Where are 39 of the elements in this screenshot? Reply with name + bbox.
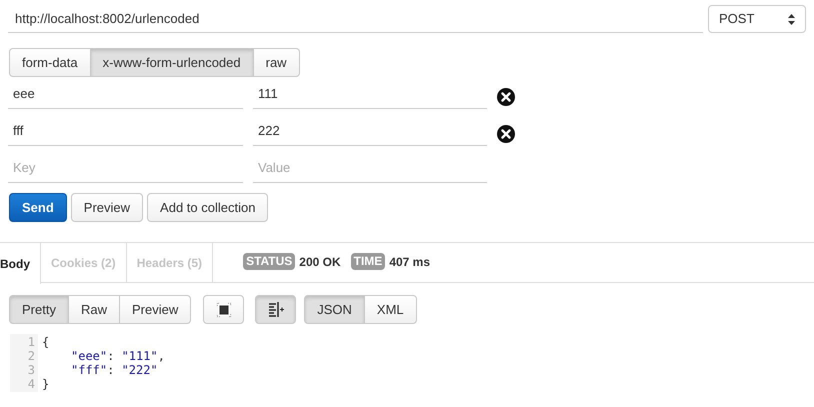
response-tab[interactable]: Body	[0, 243, 41, 284]
action-button[interactable]: Preview	[70, 193, 144, 222]
line-number: 2	[28, 349, 35, 363]
line-number: 1	[28, 335, 35, 349]
code-line: "eee": "111",	[70, 349, 165, 363]
code-line: {	[42, 335, 50, 349]
code-line: }	[42, 377, 50, 391]
view-mode-tab[interactable]: Raw	[68, 295, 120, 324]
value-field[interactable]: 222	[253, 116, 487, 146]
fullscreen-icon	[216, 302, 231, 316]
remove-icon[interactable]	[497, 88, 515, 106]
format-tab[interactable]: XML	[364, 295, 417, 324]
status-label: STATUS	[243, 253, 296, 270]
key-field[interactable]: eee	[8, 79, 243, 109]
remove-icon[interactable]	[497, 125, 515, 143]
status-value: 200 OK	[299, 254, 341, 270]
toolbar-button[interactable]	[203, 295, 244, 324]
value-field[interactable]: 111	[253, 79, 487, 109]
line-number: 3	[28, 363, 35, 377]
line-number: 4	[28, 377, 35, 391]
format-tab[interactable]: JSON	[304, 295, 365, 324]
body-mode-tab[interactable]: x-www-form-urlencoded	[90, 48, 254, 77]
url-field[interactable]: http://localhost:8002/urlencoded	[8, 6, 703, 32]
method-select[interactable]: POST	[708, 5, 806, 33]
value-field[interactable]: Value	[253, 153, 487, 183]
body-mode-tab[interactable]: form-data	[9, 48, 91, 77]
time-value: 407 ms	[389, 254, 430, 270]
body-mode-tab[interactable]: raw	[252, 48, 300, 77]
view-mode-tab[interactable]: Pretty	[9, 295, 69, 324]
select-arrows-icon	[788, 14, 795, 24]
view-mode-tab[interactable]: Preview	[118, 295, 192, 324]
key-field[interactable]: fff	[8, 116, 243, 146]
toolbar-button[interactable]	[255, 295, 296, 324]
action-button[interactable]: Add to collection	[147, 193, 268, 222]
key-field[interactable]: Key	[8, 153, 243, 183]
send-button[interactable]: Send	[9, 193, 67, 222]
wrap-lines-icon	[268, 302, 284, 317]
time-label: TIME	[350, 253, 386, 270]
code-line: "fff": "222"	[70, 363, 159, 377]
